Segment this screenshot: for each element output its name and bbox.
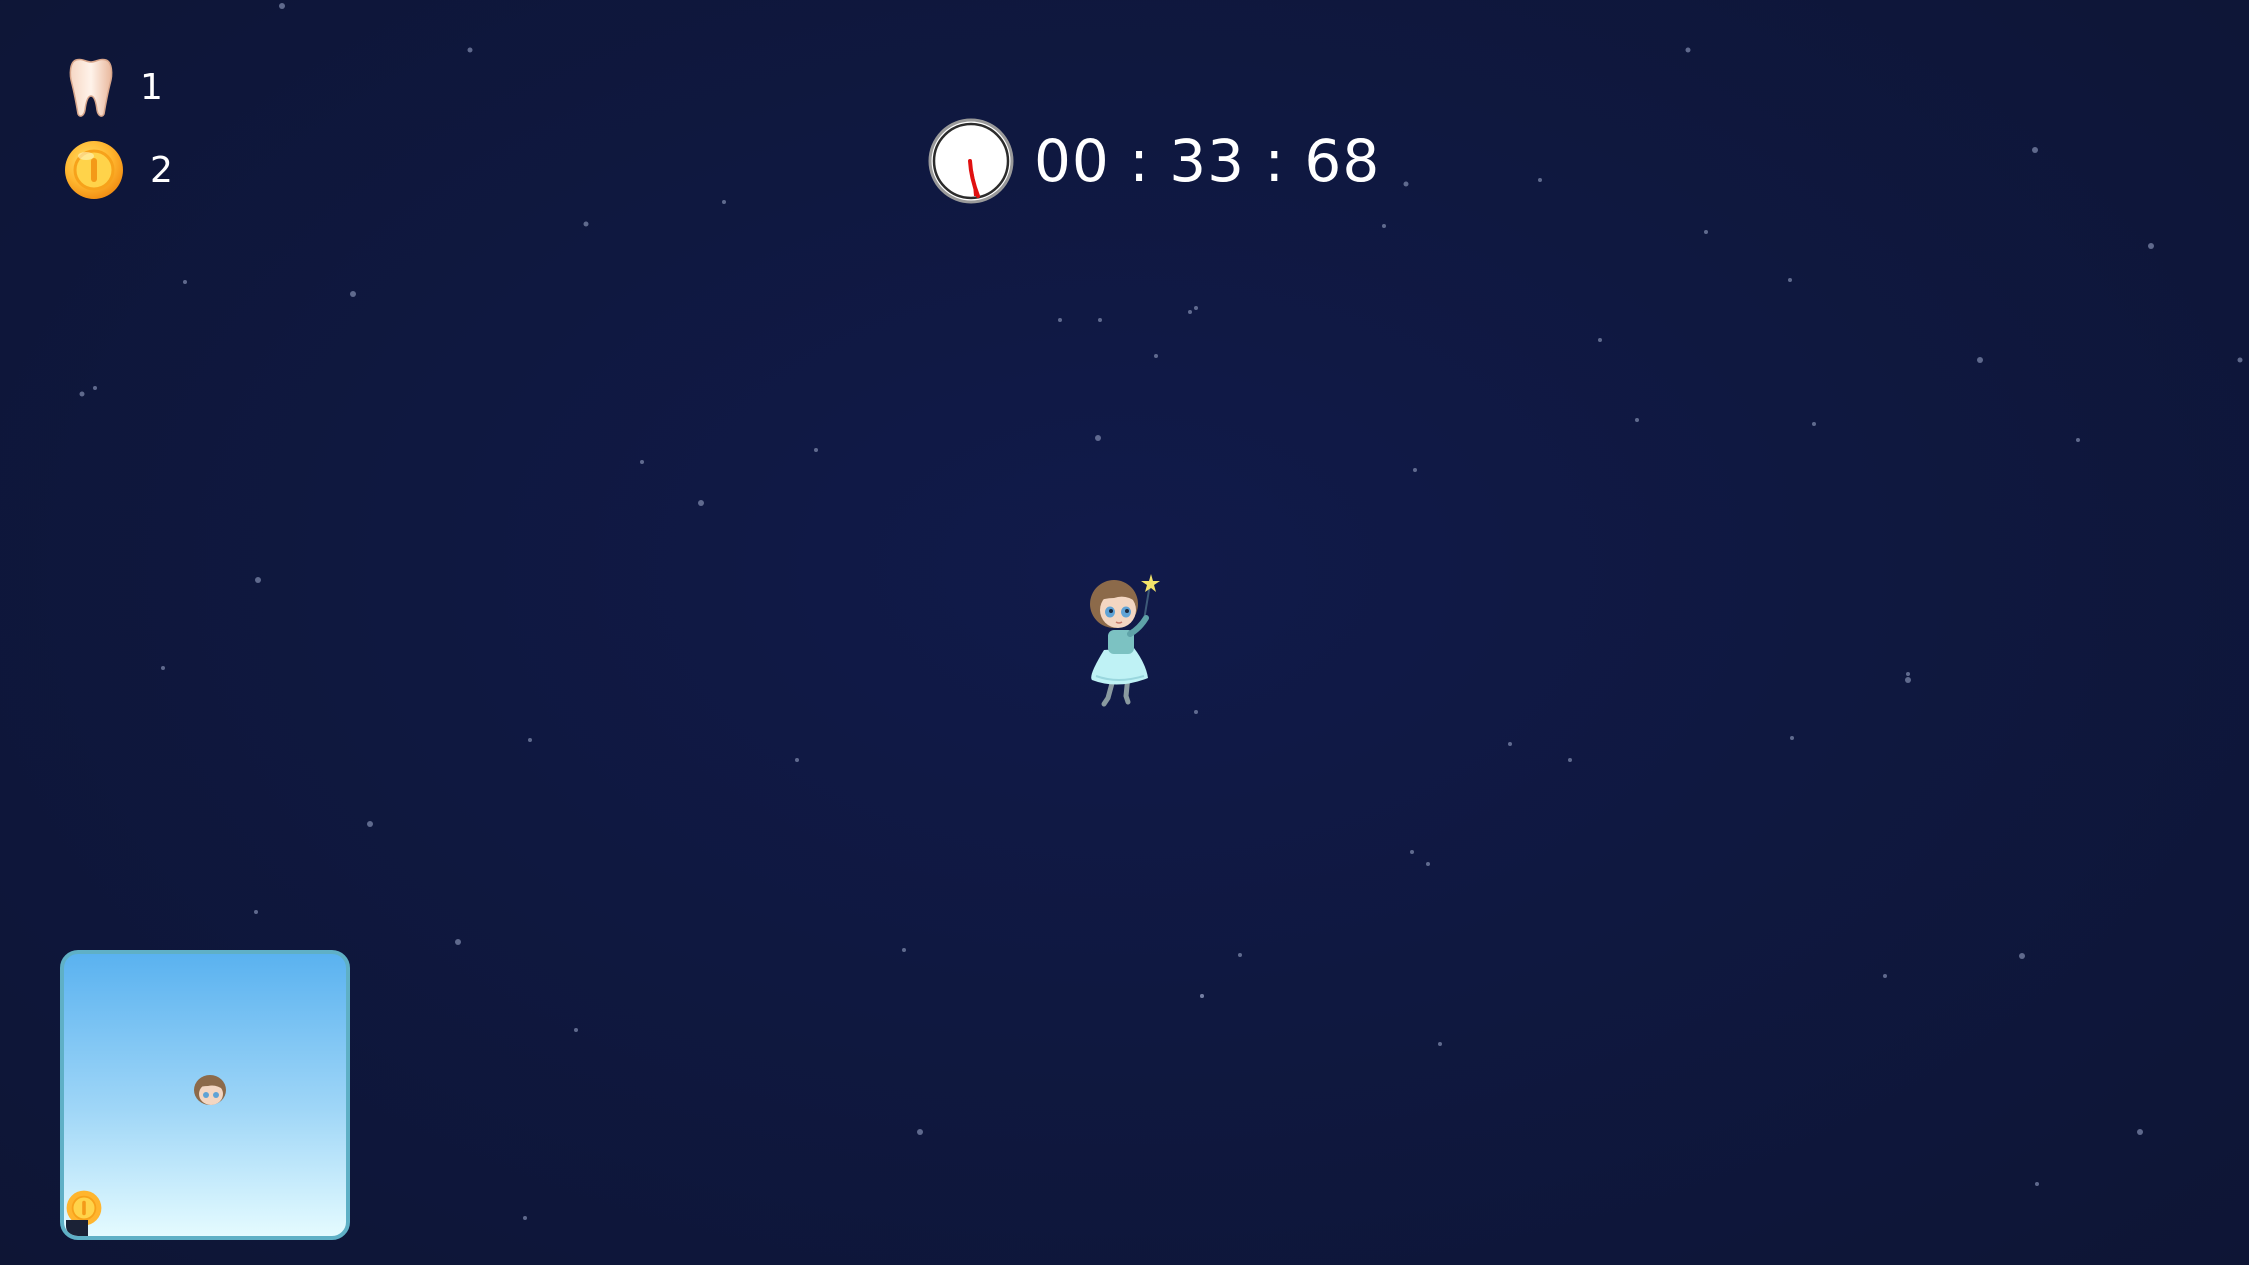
star	[183, 280, 187, 284]
star	[2237, 357, 2243, 363]
minimap	[60, 950, 350, 1240]
star	[1905, 677, 1911, 683]
star	[2076, 438, 2080, 442]
tooth-count: 1	[140, 66, 163, 108]
star	[523, 1216, 527, 1220]
star	[1685, 47, 1691, 53]
star	[1977, 357, 1983, 363]
star	[2032, 147, 2038, 153]
star	[1194, 710, 1198, 714]
star	[1410, 850, 1414, 854]
star	[574, 1028, 578, 1032]
star	[795, 758, 799, 762]
star	[1200, 994, 1204, 998]
game-screen: 1 2 00 : 33 : 68	[0, 0, 2249, 1265]
star	[2137, 1129, 2143, 1135]
star	[467, 47, 473, 53]
star	[1058, 318, 1062, 322]
star	[1788, 278, 1792, 282]
coin-counter: 2	[64, 140, 173, 200]
star	[1382, 224, 1386, 228]
star	[698, 500, 704, 506]
star	[2019, 953, 2025, 959]
fairy-head-icon	[194, 1075, 226, 1105]
star	[79, 391, 85, 397]
star	[1438, 1042, 1442, 1046]
star	[254, 910, 258, 914]
timer: 00 : 33 : 68	[928, 118, 1380, 204]
star	[1598, 338, 1602, 342]
star	[583, 221, 589, 227]
star	[1883, 974, 1887, 978]
star	[455, 939, 461, 945]
star	[1413, 468, 1417, 472]
star	[1238, 953, 1242, 957]
star	[1812, 422, 1816, 426]
star	[1403, 181, 1409, 187]
star	[2148, 243, 2154, 249]
star	[1098, 318, 1102, 322]
star	[902, 948, 906, 952]
star	[1906, 672, 1910, 676]
star	[722, 200, 726, 204]
tooth-icon	[69, 58, 113, 117]
star	[367, 821, 373, 827]
star	[1154, 354, 1158, 358]
star	[161, 666, 165, 670]
coin-count: 2	[150, 149, 173, 191]
timer-readout: 00 : 33 : 68	[1034, 127, 1381, 195]
star	[814, 448, 818, 452]
star	[1568, 758, 1572, 762]
star	[1790, 736, 1794, 740]
stopwatch-icon	[928, 118, 1014, 204]
star	[917, 1129, 923, 1135]
star	[350, 291, 356, 297]
star	[1704, 230, 1708, 234]
star	[93, 386, 97, 390]
star	[1635, 418, 1639, 422]
minimap-ground-marker	[66, 1220, 88, 1236]
star	[1426, 862, 1430, 866]
tooth-fairy-character	[1090, 574, 1160, 707]
star	[2035, 1182, 2039, 1186]
star	[1538, 178, 1542, 182]
star	[528, 738, 532, 742]
star	[1508, 742, 1512, 746]
star	[640, 460, 644, 464]
star	[255, 577, 261, 583]
star	[279, 3, 285, 9]
star	[1095, 435, 1101, 441]
coin-icon	[65, 141, 123, 199]
tooth-counter: 1	[68, 56, 163, 118]
star	[1194, 306, 1198, 310]
star	[1188, 310, 1192, 314]
